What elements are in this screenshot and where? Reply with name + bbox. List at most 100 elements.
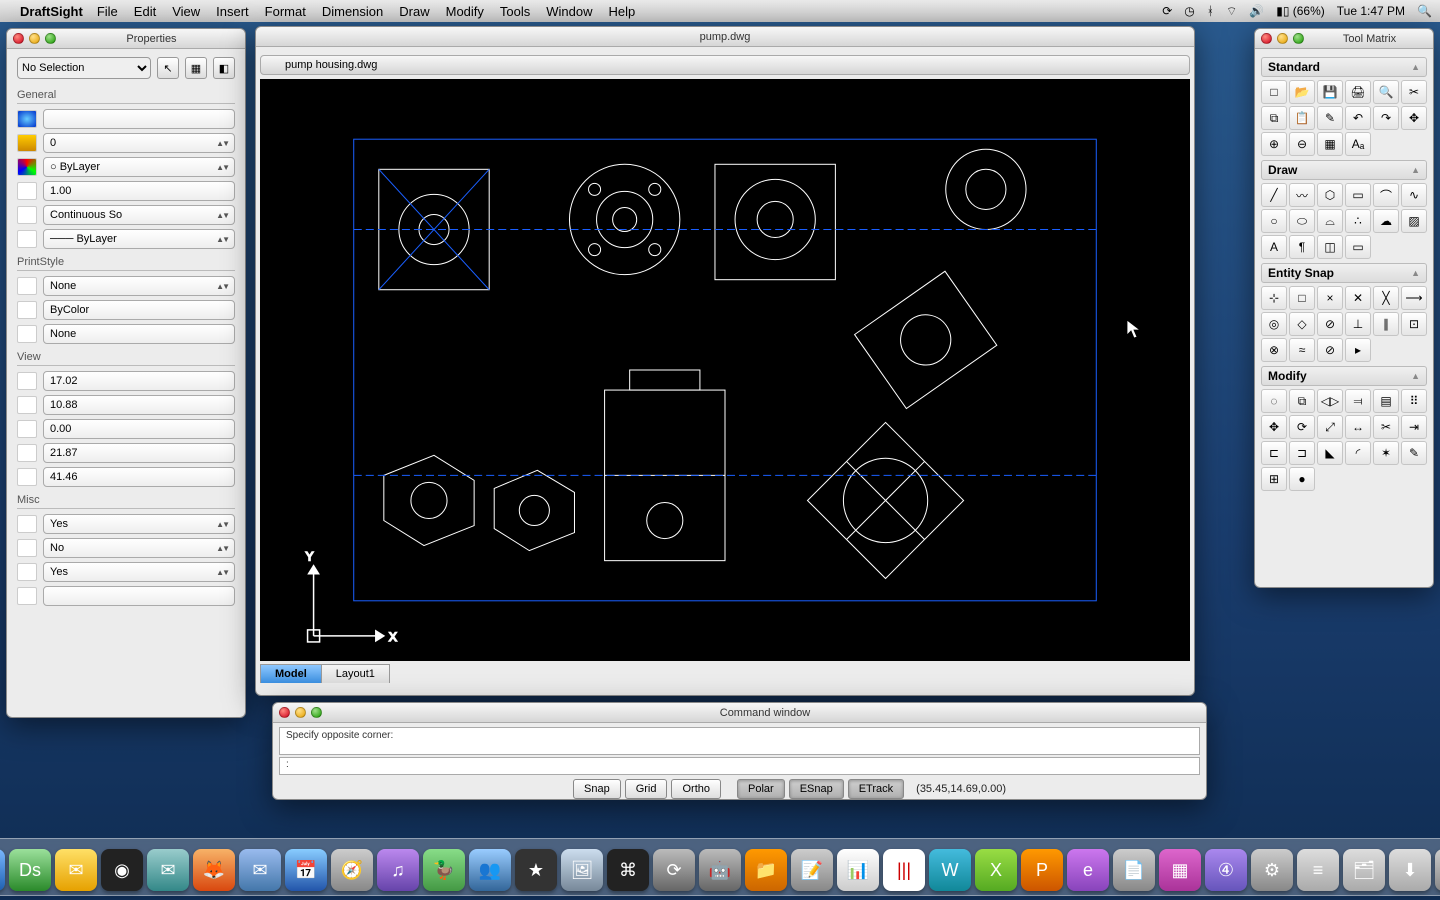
menu-file[interactable]: File	[97, 4, 118, 19]
pages-icon[interactable]: 📄	[1113, 849, 1155, 891]
menu-format[interactable]: Format	[265, 4, 306, 19]
ichat-icon[interactable]: ✉	[55, 849, 97, 891]
volume-icon[interactable]: 🔊	[1249, 4, 1264, 18]
entourage-icon[interactable]: e	[1067, 849, 1109, 891]
move-icon[interactable]: ✥	[1261, 415, 1287, 439]
menu-window[interactable]: Window	[546, 4, 592, 19]
ortho-toggle[interactable]: Ortho	[671, 779, 721, 799]
excel-icon[interactable]: X	[975, 849, 1017, 891]
zoom-icon[interactable]	[311, 707, 322, 718]
misc-d[interactable]	[43, 586, 235, 606]
view-y[interactable]: 10.88	[43, 395, 235, 415]
documents-stack-icon[interactable]: 🗂	[1343, 849, 1385, 891]
firefox-icon[interactable]: 🦊	[193, 849, 235, 891]
trash-icon[interactable]: 🗑	[1435, 849, 1440, 891]
cisco-icon[interactable]: |||	[883, 849, 925, 891]
menu-view[interactable]: View	[172, 4, 200, 19]
snap-par-icon[interactable]: ∥	[1373, 312, 1399, 336]
point-icon[interactable]: ∴	[1345, 209, 1371, 233]
note-icon[interactable]: ▭	[1345, 235, 1371, 259]
array-icon[interactable]: ▤	[1373, 389, 1399, 413]
menu-draw[interactable]: Draw	[399, 4, 429, 19]
downloads-stack-icon[interactable]: ⬇	[1389, 849, 1431, 891]
text-icon[interactable]: A	[1261, 235, 1287, 259]
snap-none-icon[interactable]: ⊘	[1317, 338, 1343, 362]
open-icon[interactable]: 📂	[1289, 80, 1315, 104]
terminal-icon[interactable]: ⌘	[607, 849, 649, 891]
command-input[interactable]: :	[279, 757, 1200, 775]
menu-dimension[interactable]: Dimension	[322, 4, 383, 19]
snap-end-icon[interactable]: □	[1289, 286, 1315, 310]
spline-icon[interactable]: ∿	[1401, 183, 1427, 207]
layer-field[interactable]: 0▲▼	[43, 133, 235, 153]
scale-field[interactable]: 1.00	[43, 181, 235, 201]
finder-icon[interactable]: ☺	[0, 849, 5, 891]
ellipsearc-icon[interactable]: ⌓	[1317, 209, 1343, 233]
menu-help[interactable]: Help	[609, 4, 636, 19]
zoom-icon[interactable]	[45, 33, 56, 44]
snap-perp-icon[interactable]: ⊥	[1345, 312, 1371, 336]
quick-select-icon[interactable]: ▦	[185, 57, 207, 79]
join-icon[interactable]: ⊐	[1289, 441, 1315, 465]
modify-section[interactable]: Modify▲	[1261, 366, 1427, 386]
menu-modify[interactable]: Modify	[446, 4, 484, 19]
close-icon[interactable]	[13, 33, 24, 44]
snap-near-icon[interactable]: ≈	[1289, 338, 1315, 362]
zoomin-icon[interactable]: ⊕	[1261, 132, 1287, 156]
misc-a[interactable]: Yes▲▼	[43, 514, 235, 534]
selection-dropdown[interactable]: No Selection	[17, 57, 151, 79]
textedit-icon[interactable]: 📝	[791, 849, 833, 891]
polyline-icon[interactable]: 〰	[1289, 183, 1315, 207]
dashboard-icon[interactable]: ◉	[101, 849, 143, 891]
match-icon[interactable]: ✎	[1317, 106, 1343, 130]
standard-section[interactable]: Standard▲	[1261, 57, 1427, 77]
thunderbird-icon[interactable]: ✉	[239, 849, 281, 891]
menu-edit[interactable]: Edit	[134, 4, 156, 19]
spotlight-icon[interactable]: 🔍	[1417, 4, 1432, 18]
activity-icon[interactable]: ≡	[1297, 849, 1339, 891]
star-icon[interactable]: ★	[515, 849, 557, 891]
rotate-icon[interactable]: ⟳	[1289, 415, 1315, 439]
safari-icon[interactable]: 🧭	[331, 849, 373, 891]
block-icon[interactable]: ◫	[1317, 235, 1343, 259]
spaces-icon[interactable]: ④	[1205, 849, 1247, 891]
hyperlink-field[interactable]	[43, 109, 235, 129]
adium-icon[interactable]: 🦆	[423, 849, 465, 891]
pattern-icon[interactable]: ⠿	[1401, 389, 1427, 413]
mirror-icon[interactable]: ◁▷	[1317, 389, 1343, 413]
folder-icon[interactable]: 📁	[745, 849, 787, 891]
grid-toggle[interactable]: Grid	[625, 779, 668, 799]
itunes-icon[interactable]: ♫	[377, 849, 419, 891]
msn-icon[interactable]: 👥	[469, 849, 511, 891]
polygon-icon[interactable]: ⬡	[1317, 183, 1343, 207]
snap-int-icon[interactable]: ✕	[1345, 286, 1371, 310]
numbers-icon[interactable]: 📊	[837, 849, 879, 891]
paste-icon[interactable]: 📋	[1289, 106, 1315, 130]
timemachine-app-icon[interactable]: ⟳	[653, 849, 695, 891]
zoomout-icon[interactable]: ⊖	[1289, 132, 1315, 156]
printstyle-field[interactable]: None▲▼	[43, 276, 235, 296]
keynote-icon[interactable]: ▦	[1159, 849, 1201, 891]
offset-icon[interactable]: ⫤	[1345, 389, 1371, 413]
snap-from-icon[interactable]: ⊹	[1261, 286, 1287, 310]
automator-icon[interactable]: 🤖	[699, 849, 741, 891]
view-x[interactable]: 17.02	[43, 371, 235, 391]
mtext-icon[interactable]: ¶	[1289, 235, 1315, 259]
linetype-field[interactable]: Continuous So▲▼	[43, 205, 235, 225]
misc-b[interactable]: No▲▼	[43, 538, 235, 558]
menu-insert[interactable]: Insert	[216, 4, 249, 19]
snap-quad-icon[interactable]: ◇	[1289, 312, 1315, 336]
preview-app-icon[interactable]: 🖼	[561, 849, 603, 891]
minimize-icon[interactable]	[1277, 33, 1288, 44]
layers-icon[interactable]: ▦	[1317, 132, 1343, 156]
snap-toggle[interactable]: Snap	[573, 779, 621, 799]
toggle-palette-icon[interactable]: ◧	[213, 57, 235, 79]
doc-inner-titlebar[interactable]: pump housing.dwg	[260, 55, 1190, 75]
esnap-toggle[interactable]: ESnap	[789, 779, 844, 799]
toolmatrix-titlebar[interactable]: Tool Matrix	[1255, 29, 1433, 49]
trim-icon[interactable]: ✂	[1373, 415, 1399, 439]
tab-layout1[interactable]: Layout1	[321, 664, 390, 683]
snap-ext-icon[interactable]: ⟶	[1401, 286, 1427, 310]
redo-icon[interactable]: ↷	[1373, 106, 1399, 130]
undo-icon[interactable]: ↶	[1345, 106, 1371, 130]
